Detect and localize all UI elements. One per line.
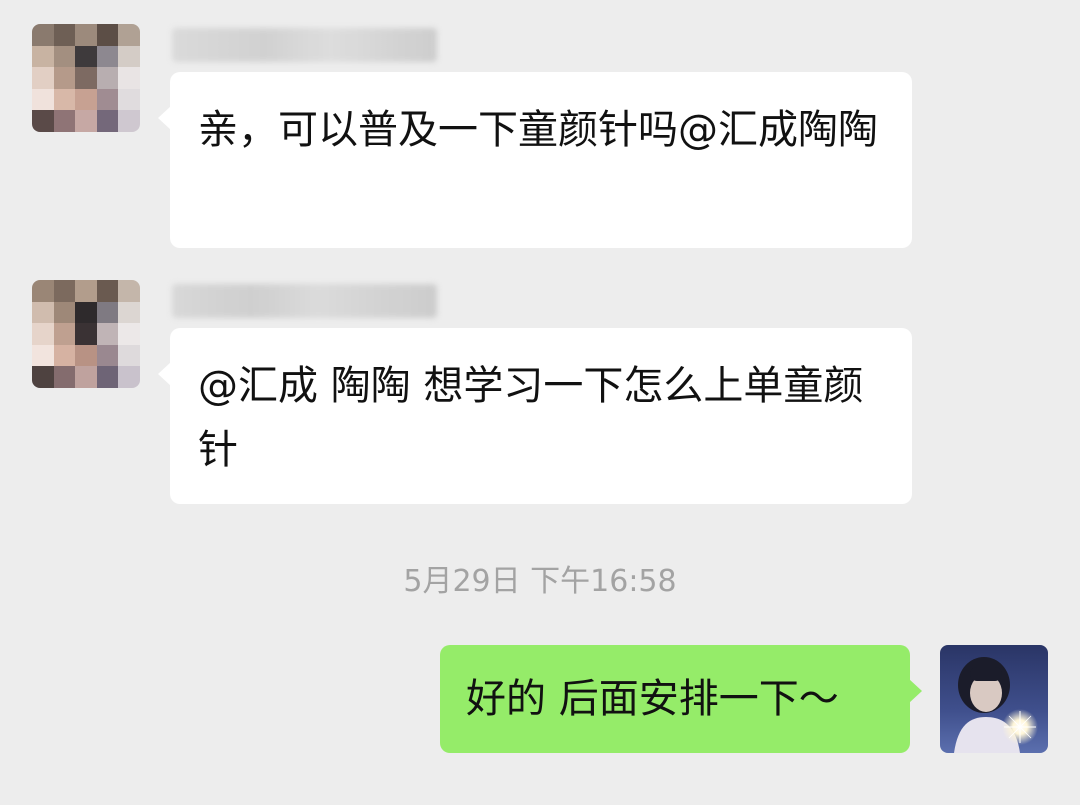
message-bubble-incoming[interactable]: 亲，可以普及一下童颜针吗@汇成陶陶 — [158, 72, 912, 248]
message-text: @汇成 陶陶 想学习一下怎么上单童颜针 — [198, 363, 864, 473]
self-avatar[interactable] — [940, 645, 1048, 753]
pixelated-avatar-image — [32, 280, 140, 388]
pixelated-avatar-image — [32, 24, 140, 132]
message-text: 亲，可以普及一下童颜针吗@汇成陶陶 — [198, 107, 878, 153]
message-timestamp: 5月29日 下午16:58 — [403, 564, 677, 599]
avatar-photo-image — [940, 645, 1048, 753]
message-bubble-incoming[interactable]: @汇成 陶陶 想学习一下怎么上单童颜针 — [158, 328, 912, 504]
message-bubble-outgoing[interactable]: 好的 后面安排一下～ — [440, 645, 922, 753]
chat-view: 亲，可以普及一下童颜针吗@汇成陶陶 @汇成 陶陶 想学习一下怎么上单童颜针 5月… — [0, 0, 1080, 805]
sender-name-blurred — [172, 284, 437, 318]
message-text: 好的 后面安排一下～ — [466, 676, 839, 722]
avatar[interactable] — [32, 24, 140, 132]
avatar[interactable] — [32, 280, 140, 388]
sender-name-blurred — [172, 28, 437, 62]
